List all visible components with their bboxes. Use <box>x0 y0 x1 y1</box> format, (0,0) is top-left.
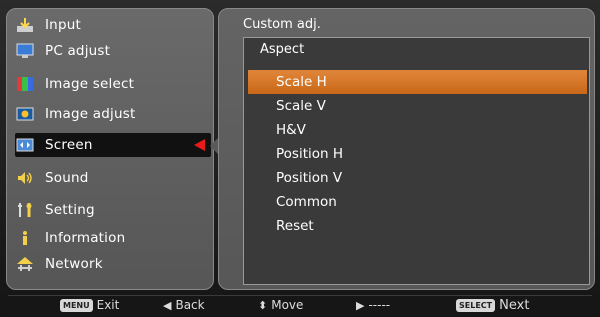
information-icon <box>15 230 35 246</box>
hint-next: SELECT Next <box>456 298 529 313</box>
hint-right: ▶ ----- <box>356 298 390 312</box>
image-adjust-icon <box>15 106 35 122</box>
footer-hint-bar: MENU Exit ◀ Back ⬍ Move ▶ ----- SELECT N… <box>8 295 592 316</box>
submenu-list: Aspect Scale H Scale V H&V Position H Po… <box>243 37 590 285</box>
menu-item-label: Image adjust <box>45 106 136 122</box>
sound-icon <box>15 170 35 186</box>
option-label: Scale V <box>276 98 326 114</box>
hint-exit: MENU Exit <box>60 298 119 312</box>
input-icon <box>15 17 35 33</box>
submenu-panel: Custom adj. Aspect Scale H Scale V H&V P… <box>218 8 595 290</box>
menu-item-label: Sound <box>45 170 89 186</box>
hint-label: Next <box>499 298 530 313</box>
hint-label: Back <box>175 298 205 312</box>
option-label: Position H <box>276 146 344 162</box>
menu-item-network[interactable]: Network <box>15 252 211 276</box>
option-h-and-v[interactable]: H&V <box>244 118 589 142</box>
group-label: Aspect <box>260 42 305 57</box>
menu-item-label: Setting <box>45 202 95 218</box>
menu-item-information[interactable]: Information <box>15 226 211 250</box>
hint-label: Exit <box>96 298 120 312</box>
main-menu-panel: Input PC adjust Image select Image adjus… <box>6 8 214 290</box>
image-select-icon <box>15 76 35 92</box>
screen-icon <box>15 137 35 153</box>
option-label: Common <box>276 194 337 210</box>
menu-item-pc-adjust[interactable]: PC adjust <box>15 39 211 63</box>
option-scale-v[interactable]: Scale V <box>244 94 589 118</box>
option-scale-h[interactable]: Scale H <box>248 70 587 94</box>
menu-item-label: Information <box>45 230 126 246</box>
menu-item-sound[interactable]: Sound <box>15 166 211 190</box>
hint-label: Move <box>271 298 304 312</box>
option-label: H&V <box>276 122 306 138</box>
option-label: Reset <box>276 218 314 234</box>
submenu-title: Custom adj. <box>243 17 321 32</box>
option-position-h[interactable]: Position H <box>244 142 589 166</box>
menu-item-image-select[interactable]: Image select <box>15 72 211 96</box>
hint-label: ----- <box>368 298 391 312</box>
up-down-arrow-icon: ⬍ <box>258 298 268 312</box>
projector-osd: Input PC adjust Image select Image adjus… <box>0 0 600 317</box>
menu-item-setting[interactable]: Setting <box>15 198 211 222</box>
menu-item-label: PC adjust <box>45 43 111 59</box>
menu-item-image-adjust[interactable]: Image adjust <box>15 102 211 126</box>
menu-item-label: Input <box>45 17 81 33</box>
menu-item-label: Network <box>45 256 103 272</box>
active-marker-icon <box>194 139 205 151</box>
select-key-icon: SELECT <box>456 299 496 312</box>
option-label: Position V <box>276 170 343 186</box>
hint-back: ◀ Back <box>163 298 205 312</box>
option-reset[interactable]: Reset <box>244 214 589 238</box>
option-position-v[interactable]: Position V <box>244 166 589 190</box>
menu-item-input[interactable]: Input <box>15 13 211 37</box>
hint-move: ⬍ Move <box>258 298 303 312</box>
left-arrow-icon: ◀ <box>163 298 172 312</box>
menu-item-screen[interactable]: Screen <box>15 133 211 157</box>
menu-item-label: Image select <box>45 76 135 92</box>
option-common[interactable]: Common <box>244 190 589 214</box>
setting-icon <box>15 202 35 218</box>
pc-adjust-icon <box>15 43 35 59</box>
option-label: Scale H <box>276 74 327 90</box>
menu-item-label: Screen <box>45 137 93 153</box>
menu-key-icon: MENU <box>60 298 93 312</box>
right-arrow-icon: ▶ <box>356 298 365 312</box>
network-icon <box>15 256 35 272</box>
